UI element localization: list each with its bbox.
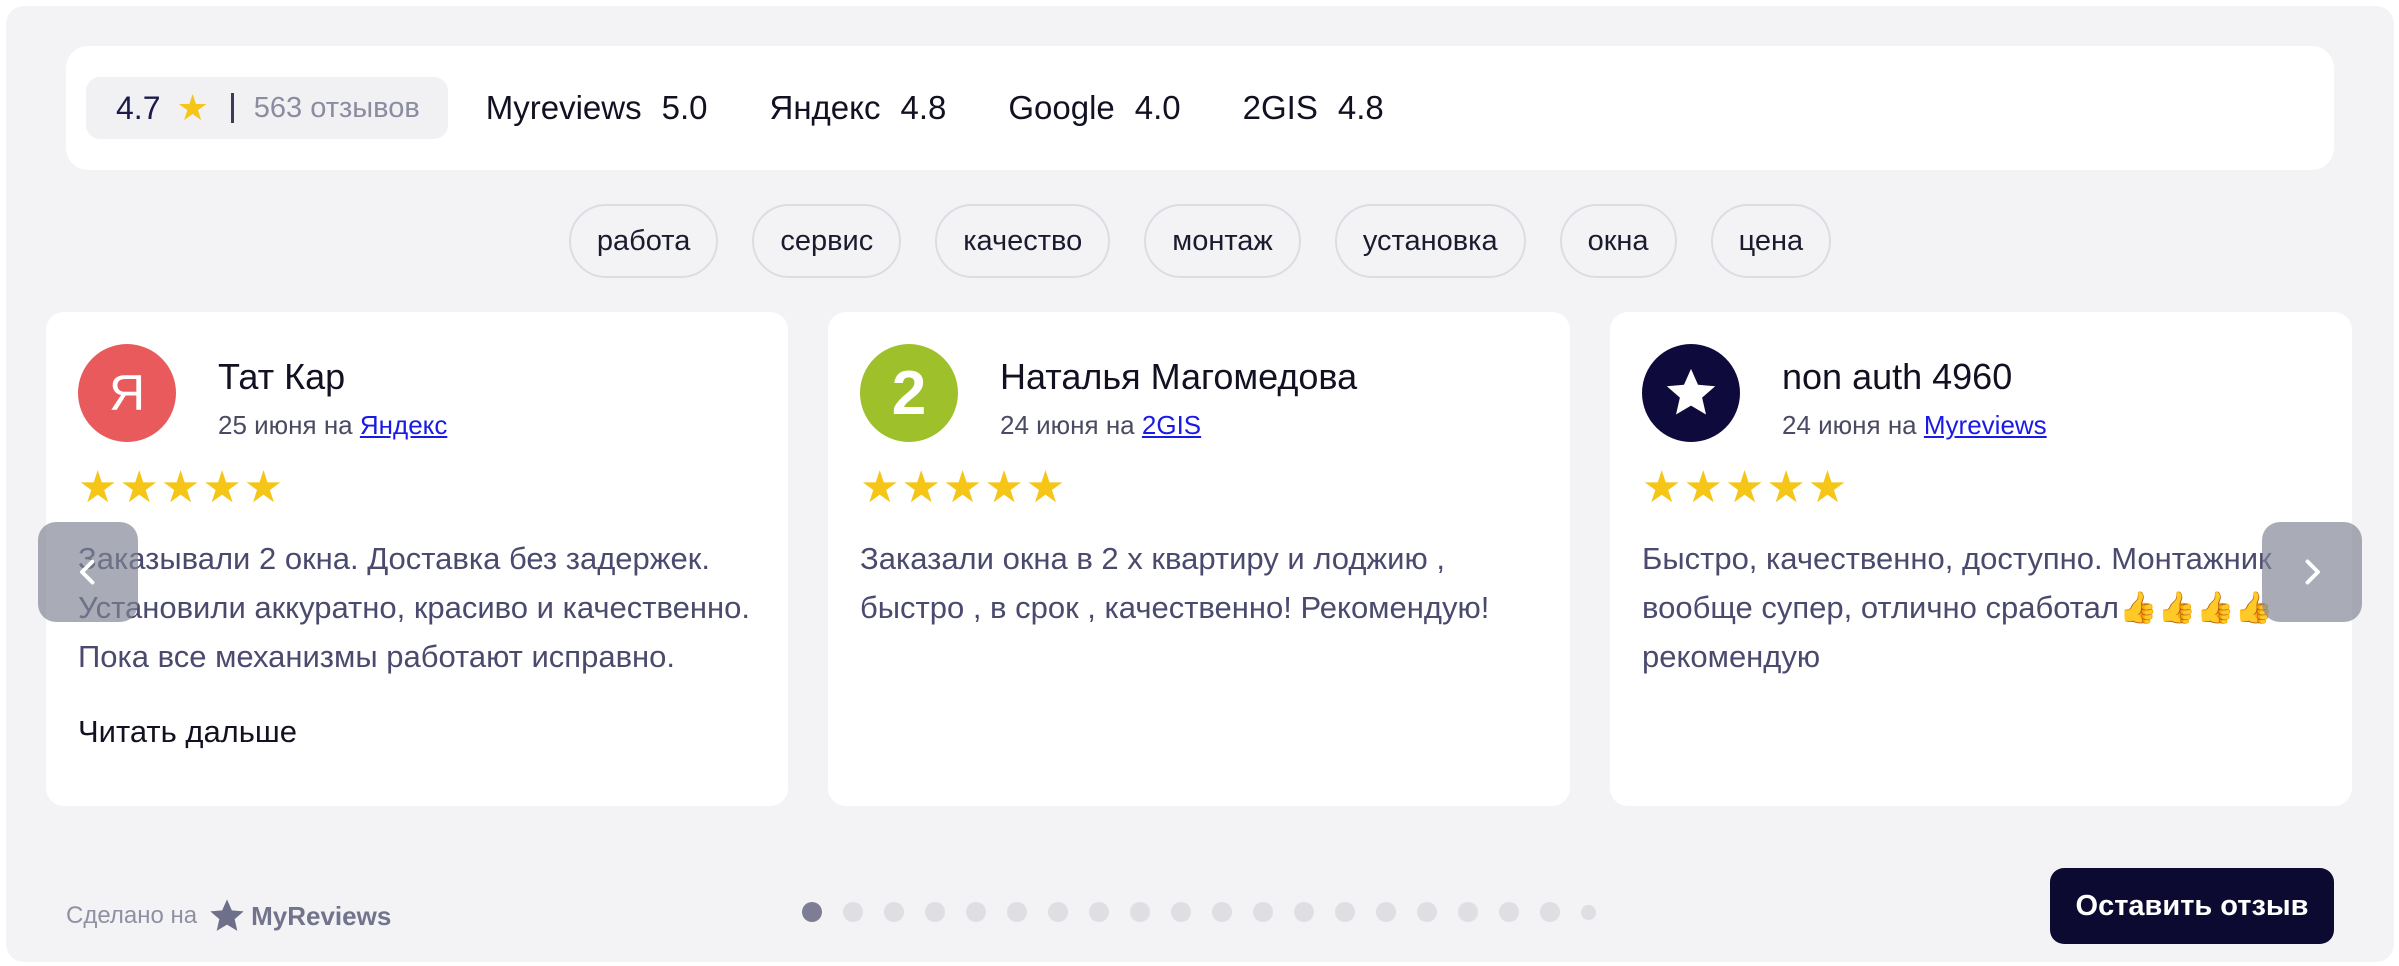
- review-meta: 24 июня на Myreviews: [1782, 410, 2047, 441]
- pagination-dot[interactable]: [1458, 902, 1478, 922]
- tag-filter[interactable]: монтаж: [1144, 204, 1301, 278]
- source-name: Myreviews: [485, 89, 642, 126]
- pagination-dot[interactable]: [1581, 904, 1596, 920]
- overall-score: 4.7: [116, 89, 161, 126]
- review-card: Я Тат Кар 25 июня на Яндекс ★★★★★ Заказы…: [46, 312, 788, 806]
- pagination-dot[interactable]: [966, 902, 986, 922]
- review-author: Наталья Магомедова: [1000, 356, 1358, 397]
- made-on-credit[interactable]: Сделано на MyReviews: [66, 896, 391, 936]
- tag-filter[interactable]: цена: [1710, 204, 1832, 278]
- pagination-dot[interactable]: [1089, 902, 1109, 922]
- review-text: Заказывали 2 окна. Доставка без задержек…: [78, 541, 750, 674]
- carousel-pagination: [802, 902, 1596, 922]
- source-score: 5.0: [661, 89, 708, 126]
- pagination-dot[interactable]: [1499, 902, 1519, 922]
- tag-filter[interactable]: сервис: [752, 204, 902, 278]
- review-source-link[interactable]: Myreviews: [1924, 410, 2047, 440]
- source-score: 4.0: [1134, 89, 1181, 126]
- review-date: 24 июня на: [1000, 410, 1135, 440]
- pagination-dot[interactable]: [1007, 902, 1027, 922]
- carousel-prev-button[interactable]: [38, 522, 138, 622]
- myreviews-logo: MyReviews: [207, 896, 391, 936]
- leave-review-button[interactable]: Оставить отзыв: [2050, 868, 2334, 944]
- pagination-dot[interactable]: [1048, 902, 1068, 922]
- source-score: 4.8: [900, 89, 947, 126]
- review-meta: 24 июня на 2GIS: [1000, 410, 1201, 441]
- pagination-dot[interactable]: [884, 902, 904, 922]
- brand-name: MyReviews: [251, 900, 392, 931]
- chevron-left-icon: [80, 559, 95, 585]
- review-text: Заказали окна в 2 х квартиру и лоджию , …: [860, 541, 1490, 625]
- star-icon: [210, 899, 244, 931]
- source-name: 2GIS: [1242, 89, 1318, 126]
- tag-filter[interactable]: качество: [935, 204, 1111, 278]
- divider: [230, 93, 234, 123]
- rating-stars: ★★★★★: [1642, 463, 1850, 512]
- chevron-right-icon: [2305, 559, 2320, 585]
- rating-stars: ★★★★★: [860, 463, 1068, 512]
- pagination-dot[interactable]: [843, 902, 863, 922]
- pagination-dot[interactable]: [925, 902, 945, 922]
- myreviews-star-icon: [1642, 344, 1740, 442]
- pagination-dot[interactable]: [1130, 902, 1150, 922]
- rating-stars: ★★★★★: [78, 463, 286, 512]
- review-card: non auth 4960 24 июня на Myreviews ★★★★★…: [1610, 312, 2352, 806]
- pagination-dot[interactable]: [1335, 902, 1355, 922]
- pagination-dot[interactable]: [1171, 902, 1191, 922]
- source-rating-myreviews[interactable]: Myreviews 5.0: [486, 89, 708, 127]
- overall-rating-chip: 4.7 ★ 563 отзывов: [86, 77, 448, 139]
- pagination-dot[interactable]: [1540, 902, 1560, 922]
- pagination-dot[interactable]: [1294, 902, 1314, 922]
- pagination-dot[interactable]: [1417, 902, 1437, 922]
- reviews-count: 563 отзывов: [253, 91, 420, 124]
- ratings-summary-bar: 4.7 ★ 563 отзывов Myreviews 5.0 Яндекс 4…: [66, 46, 2334, 170]
- review-source-link[interactable]: 2GIS: [1142, 410, 1201, 440]
- made-on-label: Сделано на: [66, 902, 198, 929]
- source-rating-google[interactable]: Google 4.0: [1008, 89, 1180, 127]
- tag-filter[interactable]: работа: [568, 204, 719, 278]
- carousel-next-button[interactable]: [2262, 522, 2362, 622]
- review-author: non auth 4960: [1782, 356, 2013, 397]
- star-icon: ★: [176, 87, 209, 128]
- review-source-link[interactable]: Яндекс: [360, 410, 447, 440]
- review-card: 2 Наталья Магомедова 24 июня на 2GIS ★★★…: [828, 312, 1570, 806]
- pagination-dot[interactable]: [1253, 902, 1273, 922]
- pagination-dot[interactable]: [1376, 902, 1396, 922]
- review-meta: 25 июня на Яндекс: [218, 410, 447, 441]
- read-more-link[interactable]: Читать дальше: [78, 714, 297, 750]
- pagination-dot[interactable]: [802, 902, 822, 922]
- source-rating-2gis[interactable]: 2GIS 4.8: [1243, 89, 1384, 127]
- tag-filter-list: работа сервис качество монтаж установка …: [6, 204, 2394, 278]
- source-rating-yandex[interactable]: Яндекс 4.8: [769, 89, 946, 127]
- 2gis-logo-icon: 2: [860, 344, 958, 442]
- source-name: Яндекс: [769, 89, 881, 126]
- pagination-dot[interactable]: [1212, 902, 1232, 922]
- tag-filter[interactable]: установка: [1334, 204, 1526, 278]
- review-text: Быстро, качественно, доступно. Монтажник…: [1642, 541, 2274, 674]
- tag-filter[interactable]: окна: [1559, 204, 1677, 278]
- source-score: 4.8: [1337, 89, 1384, 126]
- reviews-widget: 4.7 ★ 563 отзывов Myreviews 5.0 Яндекс 4…: [6, 6, 2394, 962]
- review-date: 24 июня на: [1782, 410, 1917, 440]
- review-date: 25 июня на: [218, 410, 353, 440]
- review-author: Тат Кар: [218, 356, 346, 397]
- source-name: Google: [1008, 89, 1115, 126]
- yandex-logo-icon: Я: [78, 344, 176, 442]
